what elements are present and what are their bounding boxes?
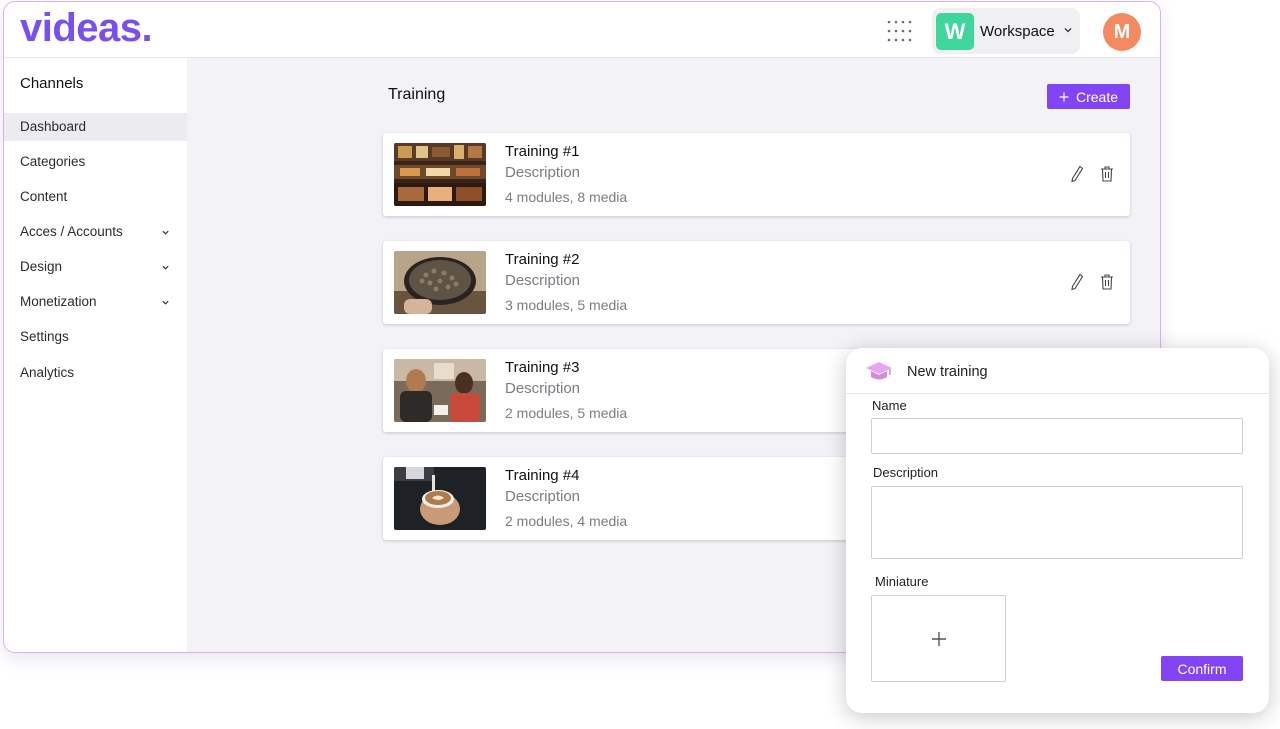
dialog-title: New training <box>907 364 988 380</box>
training-thumbnail <box>394 359 486 422</box>
training-card[interactable]: Training #1 Description 4 modules, 8 med… <box>383 133 1130 216</box>
chevron-down-icon <box>162 300 169 305</box>
training-thumbnail <box>394 143 486 206</box>
name-label: Name <box>872 398 907 413</box>
graduation-cap-icon <box>866 362 892 380</box>
sidebar-item-label: Dashboard <box>20 119 87 134</box>
training-meta: 4 modules, 8 media <box>505 189 628 205</box>
sidebar-item-settings[interactable]: Settings <box>4 323 187 351</box>
sidebar-heading: Channels <box>20 75 84 92</box>
name-input[interactable] <box>871 418 1243 454</box>
page-title: Training <box>388 86 446 103</box>
sidebar-item-monetization[interactable]: Monetization <box>4 288 187 316</box>
training-thumbnail <box>394 251 486 314</box>
description-label: Description <box>873 465 939 480</box>
dialog-header: New training <box>846 348 1269 394</box>
sidebar-item-label: Content <box>20 189 68 204</box>
training-description: Description <box>505 164 581 181</box>
workspace-selector[interactable]: W Workspace <box>932 8 1080 54</box>
sidebar-item-content[interactable]: Content <box>4 183 187 211</box>
workspace-badge: W <box>936 13 974 50</box>
trash-icon[interactable] <box>1100 165 1114 183</box>
new-training-dialog: New training Name Description Miniature … <box>846 348 1269 713</box>
sidebar-item-label: Monetization <box>20 294 97 309</box>
confirm-button[interactable]: Confirm <box>1161 656 1243 681</box>
sidebar-item-design[interactable]: Design <box>4 253 187 281</box>
training-description: Description <box>505 272 581 289</box>
miniature-upload[interactable] <box>871 595 1006 682</box>
create-button[interactable]: Create <box>1047 84 1130 109</box>
miniature-label: Miniature <box>875 574 929 589</box>
training-card[interactable]: Training #2 Description 3 modules, 5 med… <box>383 241 1130 324</box>
chevron-down-icon <box>162 265 169 270</box>
training-thumbnail <box>394 467 486 530</box>
videas-logo[interactable]: videas. <box>20 6 153 51</box>
grid-dots-icon[interactable] <box>886 19 912 45</box>
sidebar-item-label: Analytics <box>20 365 75 380</box>
sidebar-item-analytics[interactable]: Analytics <box>4 359 187 387</box>
training-description: Description <box>505 488 581 505</box>
training-meta: 3 modules, 5 media <box>505 297 628 313</box>
description-input[interactable] <box>871 486 1243 559</box>
sidebar-item-accounts[interactable]: Acces / Accounts <box>4 218 187 246</box>
training-description: Description <box>505 380 581 397</box>
pencil-icon[interactable] <box>1070 273 1084 291</box>
sidebar-item-label: Design <box>20 259 63 274</box>
training-title: Training #2 <box>505 251 580 268</box>
sidebar-item-dashboard[interactable]: Dashboard <box>4 113 187 141</box>
sidebar-item-label: Acces / Accounts <box>20 224 123 239</box>
pencil-icon[interactable] <box>1070 165 1084 183</box>
sidebar-item-label: Settings <box>20 329 69 344</box>
chevron-down-icon <box>1064 28 1072 33</box>
sidebar-item-label: Categories <box>20 154 86 169</box>
training-title: Training #4 <box>505 467 580 484</box>
user-avatar[interactable]: M <box>1103 13 1141 51</box>
sidebar-item-categories[interactable]: Categories <box>4 148 187 176</box>
training-title: Training #3 <box>505 359 580 376</box>
training-meta: 2 modules, 5 media <box>505 405 628 421</box>
top-bar: videas. W Workspace M <box>4 2 1160 58</box>
create-button-label: Create <box>1075 88 1119 105</box>
workspace-label: Workspace <box>980 23 1055 40</box>
training-title: Training #1 <box>505 143 580 160</box>
training-meta: 2 modules, 4 media <box>505 513 628 529</box>
plus-icon <box>1059 92 1069 101</box>
trash-icon[interactable] <box>1100 273 1114 291</box>
chevron-down-icon <box>162 230 169 235</box>
plus-icon <box>931 631 946 646</box>
sidebar: Channels Dashboard Categories Content Ac… <box>4 58 187 652</box>
